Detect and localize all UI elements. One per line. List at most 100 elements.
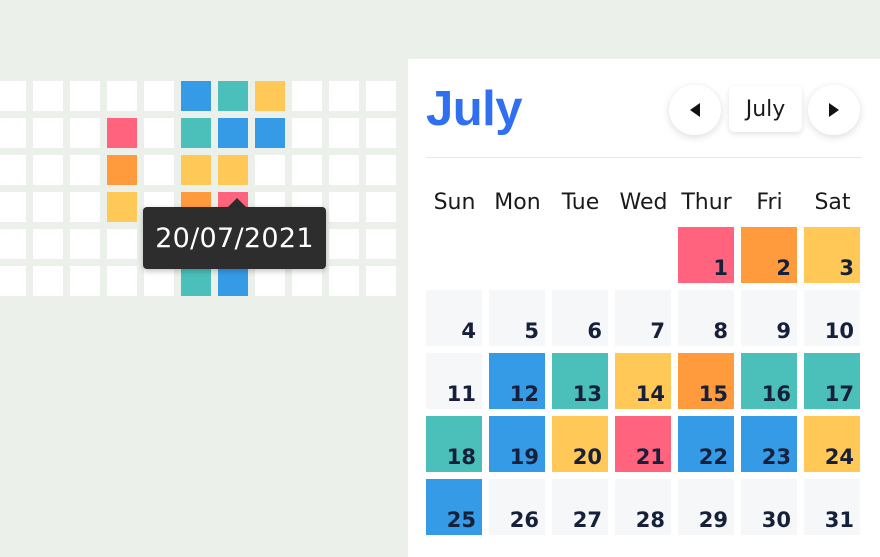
- heatmap-cell[interactable]: [107, 155, 137, 185]
- day-number: 3: [839, 256, 854, 280]
- calendar-day[interactable]: 7: [615, 290, 671, 346]
- heatmap-cell[interactable]: [107, 266, 137, 296]
- next-month-button[interactable]: [808, 85, 860, 135]
- calendar-day[interactable]: 3: [804, 227, 860, 283]
- heatmap-cell[interactable]: [33, 118, 63, 148]
- calendar-day[interactable]: 25: [426, 479, 482, 535]
- heatmap-cell[interactable]: [0, 229, 26, 259]
- heatmap-cell[interactable]: [144, 118, 174, 148]
- calendar-day[interactable]: 30: [741, 479, 797, 535]
- calendar-day[interactable]: 31: [804, 479, 860, 535]
- heatmap-cell[interactable]: [0, 192, 26, 222]
- heatmap-cell[interactable]: [70, 81, 100, 111]
- day-number: 18: [446, 445, 476, 469]
- calendar-day[interactable]: 5: [489, 290, 545, 346]
- heatmap-cell[interactable]: [218, 81, 248, 111]
- heatmap-cell[interactable]: [70, 266, 100, 296]
- heatmap-cell[interactable]: [366, 155, 396, 185]
- calendar-day[interactable]: 14: [615, 353, 671, 409]
- day-number: 16: [761, 382, 791, 406]
- heatmap-cell[interactable]: [33, 155, 63, 185]
- heatmap-cell[interactable]: [107, 81, 137, 111]
- calendar-day[interactable]: 18: [426, 416, 482, 472]
- heatmap-cell[interactable]: [292, 266, 322, 296]
- heatmap-cell[interactable]: [366, 266, 396, 296]
- heatmap-cell[interactable]: [181, 155, 211, 185]
- prev-month-button[interactable]: [669, 85, 721, 135]
- heatmap-cell[interactable]: [33, 81, 63, 111]
- calendar-day[interactable]: 4: [426, 290, 482, 346]
- heatmap-cell[interactable]: [255, 81, 285, 111]
- calendar-day[interactable]: 19: [489, 416, 545, 472]
- day-number: 13: [572, 382, 602, 406]
- calendar-day[interactable]: 29: [678, 479, 734, 535]
- heatmap-cell[interactable]: [255, 266, 285, 296]
- calendar-day[interactable]: 6: [552, 290, 608, 346]
- calendar-day[interactable]: 23: [741, 416, 797, 472]
- heatmap-cell[interactable]: [366, 229, 396, 259]
- heatmap-cell[interactable]: [181, 266, 211, 296]
- calendar-day[interactable]: 17: [804, 353, 860, 409]
- heatmap-cell[interactable]: [144, 266, 174, 296]
- heatmap-cell[interactable]: [181, 81, 211, 111]
- heatmap-cell[interactable]: [329, 81, 359, 111]
- calendar-day[interactable]: 22: [678, 416, 734, 472]
- calendar-day[interactable]: 2: [741, 227, 797, 283]
- heatmap-background: [0, 0, 408, 557]
- calendar-day[interactable]: 11: [426, 353, 482, 409]
- calendar-panel: July July Sun Mon Tue Wed Thur Fri Sat 1234567…: [408, 59, 880, 557]
- calendar-day[interactable]: 9: [741, 290, 797, 346]
- heatmap-cell[interactable]: [292, 118, 322, 148]
- heatmap-cell[interactable]: [0, 118, 26, 148]
- heatmap-cell[interactable]: [218, 266, 248, 296]
- heatmap-cell[interactable]: [107, 192, 137, 222]
- heatmap-cell[interactable]: [33, 229, 63, 259]
- heatmap-cell[interactable]: [329, 118, 359, 148]
- calendar-day[interactable]: 10: [804, 290, 860, 346]
- calendar-day[interactable]: 13: [552, 353, 608, 409]
- heatmap-cell[interactable]: [70, 155, 100, 185]
- heatmap-cell[interactable]: [33, 192, 63, 222]
- heatmap-cell[interactable]: [255, 118, 285, 148]
- calendar-day[interactable]: 21: [615, 416, 671, 472]
- heatmap-cell[interactable]: [218, 155, 248, 185]
- heatmap-cell[interactable]: [218, 118, 248, 148]
- calendar-day[interactable]: 28: [615, 479, 671, 535]
- heatmap-cell[interactable]: [329, 266, 359, 296]
- day-number: 20: [572, 445, 602, 469]
- heatmap-cell[interactable]: [70, 118, 100, 148]
- heatmap-cell[interactable]: [107, 229, 137, 259]
- heatmap-cell[interactable]: [70, 192, 100, 222]
- heatmap-cell[interactable]: [33, 266, 63, 296]
- heatmap-cell[interactable]: [329, 192, 359, 222]
- heatmap-cell[interactable]: [70, 229, 100, 259]
- heatmap-cell[interactable]: [329, 155, 359, 185]
- calendar-day[interactable]: 26: [489, 479, 545, 535]
- heatmap-cell[interactable]: [0, 266, 26, 296]
- heatmap-cell[interactable]: [255, 155, 285, 185]
- calendar-day[interactable]: 15: [678, 353, 734, 409]
- heatmap-cell[interactable]: [366, 192, 396, 222]
- heatmap-cell[interactable]: [144, 81, 174, 111]
- heatmap-cell[interactable]: [292, 155, 322, 185]
- heatmap-cell[interactable]: [366, 81, 396, 111]
- calendar-day[interactable]: 27: [552, 479, 608, 535]
- calendar-day[interactable]: 16: [741, 353, 797, 409]
- day-number: 14: [635, 382, 665, 406]
- month-selector[interactable]: July: [729, 86, 802, 132]
- heatmap-cell[interactable]: [0, 81, 26, 111]
- calendar-day[interactable]: 24: [804, 416, 860, 472]
- day-number: 4: [461, 319, 476, 343]
- day-number: 5: [524, 319, 539, 343]
- heatmap-cell[interactable]: [366, 118, 396, 148]
- calendar-day[interactable]: 20: [552, 416, 608, 472]
- heatmap-cell[interactable]: [292, 81, 322, 111]
- heatmap-cell[interactable]: [181, 118, 211, 148]
- calendar-day[interactable]: 8: [678, 290, 734, 346]
- heatmap-cell[interactable]: [0, 155, 26, 185]
- calendar-day[interactable]: 12: [489, 353, 545, 409]
- heatmap-cell[interactable]: [107, 118, 137, 148]
- heatmap-cell[interactable]: [329, 229, 359, 259]
- heatmap-cell[interactable]: [144, 155, 174, 185]
- calendar-day[interactable]: 1: [678, 227, 734, 283]
